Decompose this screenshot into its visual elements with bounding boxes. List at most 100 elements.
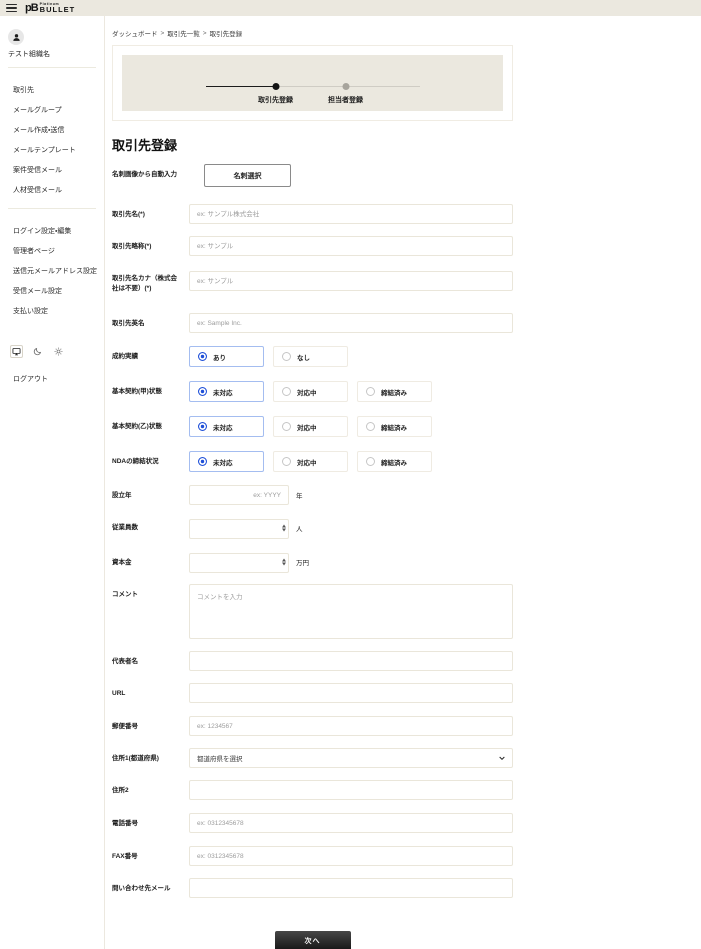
prefecture-select[interactable]: 都道府県を選択: [189, 748, 513, 769]
contract-otsu-option-2[interactable]: 対応中: [273, 416, 348, 438]
row-comment: コメント: [112, 584, 513, 640]
field-label: 代表者名: [112, 658, 138, 666]
sidebar-item-payment-settings[interactable]: 支払い設定: [0, 301, 104, 321]
radio-icon: [366, 387, 375, 397]
breadcrumb: ダッシュボード > 取引先一覧 > 取引先登録: [112, 28, 701, 39]
contract-otsu-option-1[interactable]: 未対応: [189, 416, 264, 438]
field-label: 基本契約(甲)状態: [112, 388, 162, 396]
field-label: 設立年: [112, 492, 132, 500]
row-partner-name: 取引先名(*): [112, 204, 513, 224]
contract-kou-option-1[interactable]: 未対応: [189, 381, 264, 403]
row-contract-kou: 基本契約(甲)状態 未対応 対応中 締結済み: [112, 381, 513, 403]
phone-input[interactable]: [189, 813, 513, 834]
radio-label: 未対応: [213, 459, 233, 467]
sidebar-item-mail-compose[interactable]: メール作成・送信: [0, 120, 104, 140]
stepper-card: 取引先登録 担当者登録: [112, 45, 513, 121]
menu-icon[interactable]: [6, 3, 17, 13]
breadcrumb-partner-list[interactable]: 取引先一覧: [167, 28, 200, 38]
number-stepper-icon[interactable]: [282, 558, 286, 566]
nda-option-3[interactable]: 締結済み: [357, 451, 432, 473]
capital-input[interactable]: [189, 553, 289, 574]
select-business-card-button[interactable]: 名刺選択: [204, 164, 291, 187]
field-label: 基本契約(乙)状態: [112, 423, 162, 431]
partner-en-input[interactable]: [189, 313, 513, 334]
nav-primary: 取引先 メールグループ メール作成・送信 メールテンプレート 案件受信メール 人…: [0, 80, 104, 200]
sidebar-item-project-inbox[interactable]: 案件受信メール: [0, 160, 104, 180]
field-label: 取引先略称(*): [112, 243, 152, 250]
radio-label: 対応中: [297, 424, 317, 432]
comment-textarea[interactable]: [189, 584, 513, 640]
radio-label: なし: [297, 354, 310, 362]
breadcrumb-separator: >: [160, 29, 165, 37]
field-label: 取引先名カナ（株式会社は不要）(*): [112, 275, 177, 293]
moon-icon[interactable]: [31, 345, 44, 358]
step-label-contact: 担当者登録: [328, 97, 363, 104]
sidebar-item-mail-groups[interactable]: メールグループ: [0, 100, 104, 120]
nda-option-2[interactable]: 対応中: [273, 451, 348, 473]
sidebar-item-login-settings[interactable]: ログイン設定・編集: [0, 221, 104, 241]
founded-year-input[interactable]: [189, 485, 289, 506]
contract-kou-option-2[interactable]: 対応中: [273, 381, 348, 403]
sidebar-item-mail-templates[interactable]: メールテンプレート: [0, 140, 104, 160]
representative-input[interactable]: [189, 651, 513, 672]
row-partner-abbr: 取引先略称(*): [112, 236, 513, 256]
row-capital: 資本金 万円: [112, 552, 513, 574]
row-founded-year: 設立年 年: [112, 485, 513, 506]
row-postal-code: 郵便番号: [112, 716, 513, 737]
row-url: URL: [112, 683, 513, 704]
person-icon: [12, 33, 20, 41]
theme-switcher: [10, 345, 104, 358]
step-dot-active: [272, 83, 279, 90]
nda-option-1[interactable]: 未対応: [189, 451, 264, 473]
contract-otsu-option-3[interactable]: 締結済み: [357, 416, 432, 438]
url-input[interactable]: [189, 683, 513, 704]
breadcrumb-dashboard[interactable]: ダッシュボード: [112, 28, 158, 38]
radio-icon: [282, 352, 291, 362]
row-phone: 電話番号: [112, 813, 513, 834]
employees-input[interactable]: [189, 518, 289, 539]
stepper-background: 取引先登録 担当者登録: [122, 55, 503, 111]
postal-code-input[interactable]: [189, 716, 513, 737]
radio-icon: [366, 457, 375, 467]
radio-icon: [282, 387, 291, 397]
next-button[interactable]: 次へ: [274, 931, 351, 949]
field-label: FAX番号: [112, 853, 138, 861]
row-fax: FAX番号: [112, 846, 513, 867]
sun-icon[interactable]: [52, 345, 65, 358]
field-label: 住所1(都道府県): [112, 755, 159, 763]
number-stepper-icon[interactable]: [282, 524, 286, 532]
deal-record-option-1[interactable]: あり: [189, 346, 264, 368]
partner-abbr-input[interactable]: [189, 236, 513, 256]
sidebar-item-sender-address[interactable]: 送信元メールアドレス設定: [0, 261, 104, 281]
radio-label: 対応中: [297, 459, 317, 467]
logout-button[interactable]: ログアウト: [13, 374, 104, 384]
unit-label: 万円: [296, 560, 309, 568]
row-address1: 住所1(都道府県) 都道府県を選択: [112, 748, 513, 769]
sidebar-item-inbox-settings[interactable]: 受信メール設定: [0, 281, 104, 301]
contract-kou-option-3[interactable]: 締結済み: [357, 381, 432, 403]
row-contract-otsu: 基本契約(乙)状態 未対応 対応中 締結済み: [112, 416, 513, 438]
app-logo[interactable]: pB Platinum BULLET: [25, 2, 75, 14]
logo-title: BULLET: [39, 5, 76, 14]
monitor-icon[interactable]: [10, 345, 23, 358]
step-label-partner: 取引先登録: [258, 97, 293, 104]
contract-otsu-radio-group: 未対応 対応中 締結済み: [189, 416, 432, 438]
sidebar-item-partners[interactable]: 取引先: [0, 80, 104, 100]
unit-label: 年: [296, 493, 303, 501]
radio-icon: [282, 422, 291, 432]
address2-input[interactable]: [189, 780, 513, 801]
deal-record-option-2[interactable]: なし: [273, 346, 348, 368]
sidebar-item-admin-page[interactable]: 管理者ページ: [0, 241, 104, 261]
radio-icon: [198, 457, 207, 467]
breadcrumb-partner-register: 取引先登録: [209, 31, 243, 38]
field-label: 郵便番号: [112, 723, 138, 731]
partner-kana-input[interactable]: [189, 271, 513, 292]
contact-email-input[interactable]: [189, 878, 513, 899]
field-label: 名刺画像から自動入力: [112, 171, 177, 178]
select-value: 都道府県を選択: [197, 756, 243, 764]
radio-icon: [282, 457, 291, 467]
sidebar-item-talent-inbox[interactable]: 人材受信メール: [0, 180, 104, 200]
logo-mark: pB: [25, 2, 39, 14]
fax-input[interactable]: [189, 846, 513, 867]
partner-name-input[interactable]: [189, 204, 513, 224]
